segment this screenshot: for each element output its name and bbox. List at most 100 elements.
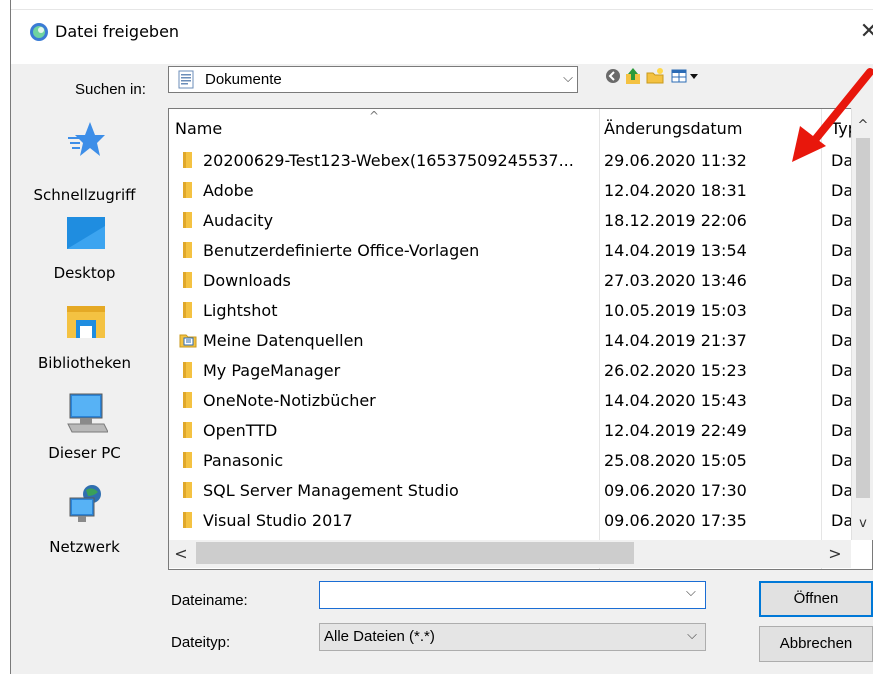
place-bibliotheken[interactable]: Bibliotheken [11,304,158,384]
place-desktop[interactable]: Desktop [11,216,158,296]
file-date: 09.06.2020 17:30 [604,481,747,500]
place-dieser-pc[interactable]: Dieser PC [11,392,158,472]
file-date: 27.03.2020 13:46 [604,271,747,290]
desktop-icon [67,217,105,249]
folder-icon [183,242,192,258]
file-row[interactable]: OpenTTD 12.04.2019 22:49 Dat [169,415,872,445]
file-row[interactable]: My PageManager 26.02.2020 15:23 Dat [169,355,872,385]
place-label: Dieser PC [48,444,121,462]
scroll-right-icon[interactable]: > [825,544,845,564]
annotation-arrow [792,68,873,162]
chevron-down-icon: ⌵ [687,628,697,643]
file-date: 18.12.2019 22:06 [604,211,747,230]
file-name: Downloads [203,271,291,290]
close-icon[interactable]: ✕ [854,17,873,47]
file-type: Dat [831,241,851,260]
file-name: Adobe [203,181,254,200]
file-name: My PageManager [203,361,341,380]
file-type: Dat [831,451,851,470]
file-row[interactable]: Adobe 12.04.2020 18:31 Dat [169,175,872,205]
file-date: 09.06.2020 17:35 [604,511,747,530]
file-name: OneNote-Notizbücher [203,391,376,410]
place-netzwerk[interactable]: Netzwerk [11,484,158,564]
data-sources-folder-icon [179,334,197,348]
folder-icon [183,422,192,438]
file-row[interactable]: Benutzerdefinierte Office-Vorlagen 14.04.… [169,235,872,265]
file-type: Dat [831,331,851,350]
file-row[interactable]: Panasonic 25.08.2020 15:05 Dat [169,445,872,475]
file-row[interactable]: OneNote-Notizbücher 14.04.2020 15:43 Dat [169,385,872,415]
file-date: 12.04.2019 22:49 [604,421,747,440]
filename-input[interactable] [319,581,706,609]
chevron-down-icon: ⌵ [563,71,573,86]
dialog-window: Datei freigeben ✕ Suchen in: Dokumente ⌵ [0,0,873,674]
folder-icon [183,182,192,198]
horizontal-scrollbar[interactable]: < > [169,540,851,568]
file-date: 14.04.2019 21:37 [604,331,747,350]
scroll-down-icon[interactable]: v [852,514,873,534]
file-name: Meine Datenquellen [203,331,364,350]
window-title: Datei freigeben [55,22,180,41]
folder-icon [183,452,192,468]
sort-ascending-icon: ^ [369,109,380,123]
folder-icon [183,482,192,498]
folder-icon [183,302,192,318]
column-header-name[interactable]: Name [175,119,222,138]
place-schnellzugriff[interactable]: Schnellzugriff [11,120,158,204]
computer-icon [67,393,108,433]
file-type: Dat [831,481,851,500]
file-name: SQL Server Management Studio [203,481,459,500]
open-button[interactable]: Öffnen [759,581,873,617]
file-row[interactable]: Lightshot 10.05.2019 15:03 Dat [169,295,872,325]
file-name: Benutzerdefinierte Office-Vorlagen [203,241,480,260]
view-menu-icon[interactable] [670,66,706,86]
file-type: Dat [831,421,851,440]
new-folder-icon[interactable] [645,66,665,86]
file-row[interactable]: SQL Server Management Studio 09.06.2020 1… [169,475,872,505]
documents-folder-icon [178,70,194,89]
file-name: Audacity [203,211,274,230]
file-date: 14.04.2019 13:54 [604,241,747,260]
lookin-combo[interactable]: Dokumente ⌵ [168,66,578,93]
folder-icon [183,362,192,378]
file-date: 12.04.2020 18:31 [604,181,747,200]
file-type: Dat [831,361,851,380]
libraries-icon [67,306,105,338]
vertical-scroll-thumb[interactable] [856,138,870,498]
vertical-scrollbar[interactable]: ^ v [851,108,873,540]
title-bar[interactable]: Datei freigeben ✕ [11,0,873,64]
network-icon [69,485,101,522]
place-label: Schnellzugriff [33,186,136,204]
lookin-label: Suchen in: [75,81,146,98]
column-header-date[interactable]: Änderungsdatum [604,119,742,138]
file-type: Dat [831,301,851,320]
file-date: 14.04.2020 15:43 [604,391,747,410]
file-row[interactable]: Downloads 27.03.2020 13:46 Dat [169,265,872,295]
horizontal-scroll-thumb[interactable] [196,542,634,564]
file-row[interactable]: Visual Studio 2017 09.06.2020 17:35 Dat [169,505,872,535]
file-type: Dat [831,511,851,530]
back-icon[interactable] [603,66,623,86]
file-row[interactable]: 20200629-Test123-Webex(16537509245537...… [169,145,872,175]
app-icon [30,23,48,41]
file-type: Dat [831,391,851,410]
list-header: ^ Name Änderungsdatum Typ [169,109,872,145]
file-row[interactable]: Audacity 18.12.2019 22:06 Dat [169,205,872,235]
filetype-select[interactable]: Alle Dateien (*.*) ⌵ [319,623,706,651]
file-list[interactable]: ^ Name Änderungsdatum Typ 20200629-Test1… [168,108,873,570]
folder-icon [183,392,192,408]
file-name: Lightshot [203,301,278,320]
folder-icon [183,212,192,228]
cancel-button[interactable]: Abbrechen [759,626,873,662]
filename-label: Dateiname: [171,592,248,609]
file-type: Dat [831,211,851,230]
places-bar: Schnellzugriff Desktop Bibliotheken Dies… [11,108,158,578]
chevron-down-icon[interactable]: ⌵ [686,585,696,600]
folder-icon [183,152,192,168]
file-name: Visual Studio 2017 [203,511,353,530]
up-folder-icon[interactable] [623,66,643,86]
file-row[interactable]: Meine Datenquellen 14.04.2019 21:37 Dat [169,325,872,355]
file-date: 25.08.2020 15:05 [604,451,747,470]
lookin-value: Dokumente [205,71,282,88]
scroll-left-icon[interactable]: < [171,544,191,564]
